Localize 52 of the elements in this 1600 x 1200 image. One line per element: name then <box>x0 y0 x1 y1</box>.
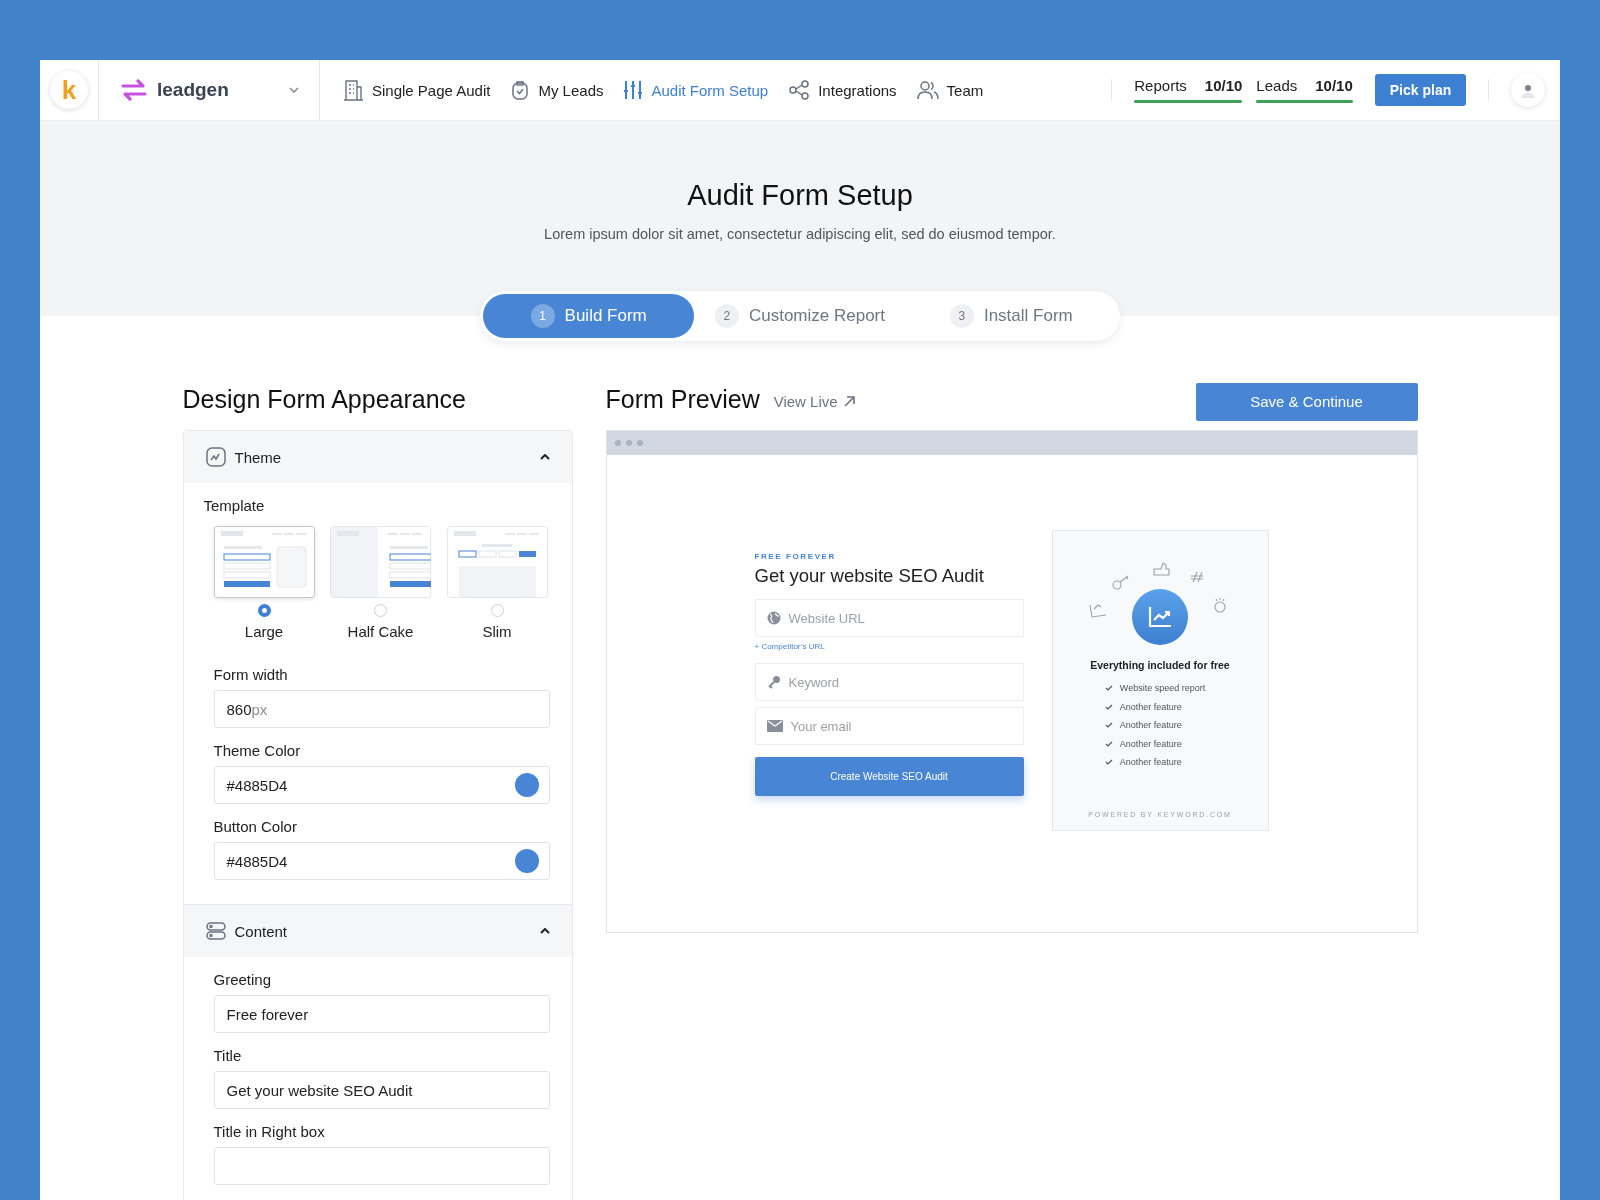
card-title: Everything included for free <box>1090 659 1230 671</box>
usage-label: Leads <box>1256 77 1298 94</box>
feature-item: Another feature <box>1119 757 1182 768</box>
text-field[interactable]: Free forever <box>213 995 550 1033</box>
step-tab[interactable]: 2 Customize Report <box>694 294 906 338</box>
color-field[interactable]: #4885D4 <box>213 842 550 880</box>
template-name: Half Cake <box>347 623 414 640</box>
pick-plan-button[interactable]: Pick plan <box>1374 74 1467 106</box>
view-live-link[interactable]: View Live <box>773 393 855 410</box>
competitor-link[interactable]: + Competitor’s URL <box>754 642 1024 651</box>
section-title: Theme <box>234 448 282 466</box>
preview-input[interactable]: Your email <box>754 707 1024 745</box>
field-label: Title in Right box <box>213 1123 326 1140</box>
template-name: Large <box>244 623 284 640</box>
preview-input[interactable]: Website URL <box>754 599 1024 637</box>
usage-count: 10/10 <box>1204 77 1243 94</box>
feature-item: Another feature <box>1119 738 1182 749</box>
width-field[interactable]: 860px <box>213 690 550 728</box>
nav-link[interactable]: Team <box>916 79 984 101</box>
field-label: Button Color <box>213 818 298 835</box>
page-title: Audit Form Setup <box>686 179 914 212</box>
workspace-name: leadgen <box>157 79 229 101</box>
form-title: Get your website SEO Audit <box>754 565 985 587</box>
save-continue-button[interactable]: Save & Continue <box>1195 382 1418 421</box>
usage-label: Reports <box>1134 77 1187 94</box>
field-label: Form width <box>213 666 289 683</box>
step-tab[interactable]: 3 Install Form <box>905 294 1117 338</box>
usage-count: 10/10 <box>1315 77 1353 94</box>
nav-link[interactable]: Audit Form Setup <box>623 79 769 101</box>
feature-item: Website speed report <box>1119 683 1206 694</box>
text-field[interactable]: Get your website SEO Audit <box>213 1071 550 1109</box>
feature-item: Another feature <box>1119 701 1182 712</box>
field-label: Theme Color <box>213 742 302 759</box>
section-heading: Form Preview <box>605 384 760 415</box>
section-heading: Design Form Appearance <box>182 384 467 415</box>
nav-link[interactable]: My Leads <box>510 79 604 101</box>
preview-input[interactable]: Keyword <box>754 663 1024 701</box>
create-audit-button[interactable]: Create Website SEO Audit <box>754 757 1024 796</box>
form-greeting: FREE FOREVER <box>754 552 837 561</box>
page-subtitle: Lorem ipsum dolor sit amet, consectetur adipiscing elit, sed do eiusmod tempor. <box>543 226 1057 242</box>
section-header[interactable]: Content <box>183 905 572 957</box>
field-label: Greeting <box>213 971 273 988</box>
nav-link[interactable]: Integrations <box>788 79 897 101</box>
section-title: Content <box>234 922 288 940</box>
step-tab[interactable]: 1 Build Form <box>483 294 695 338</box>
field-label: Title <box>213 1047 243 1064</box>
nav-link[interactable]: Single Page Audit <box>342 79 491 101</box>
template-name: Slim <box>482 623 512 640</box>
feature-item: Another feature <box>1119 720 1182 731</box>
field-label: Template <box>203 497 266 514</box>
color-field[interactable]: #4885D4 <box>213 766 550 804</box>
section-header[interactable]: Theme <box>183 431 572 483</box>
